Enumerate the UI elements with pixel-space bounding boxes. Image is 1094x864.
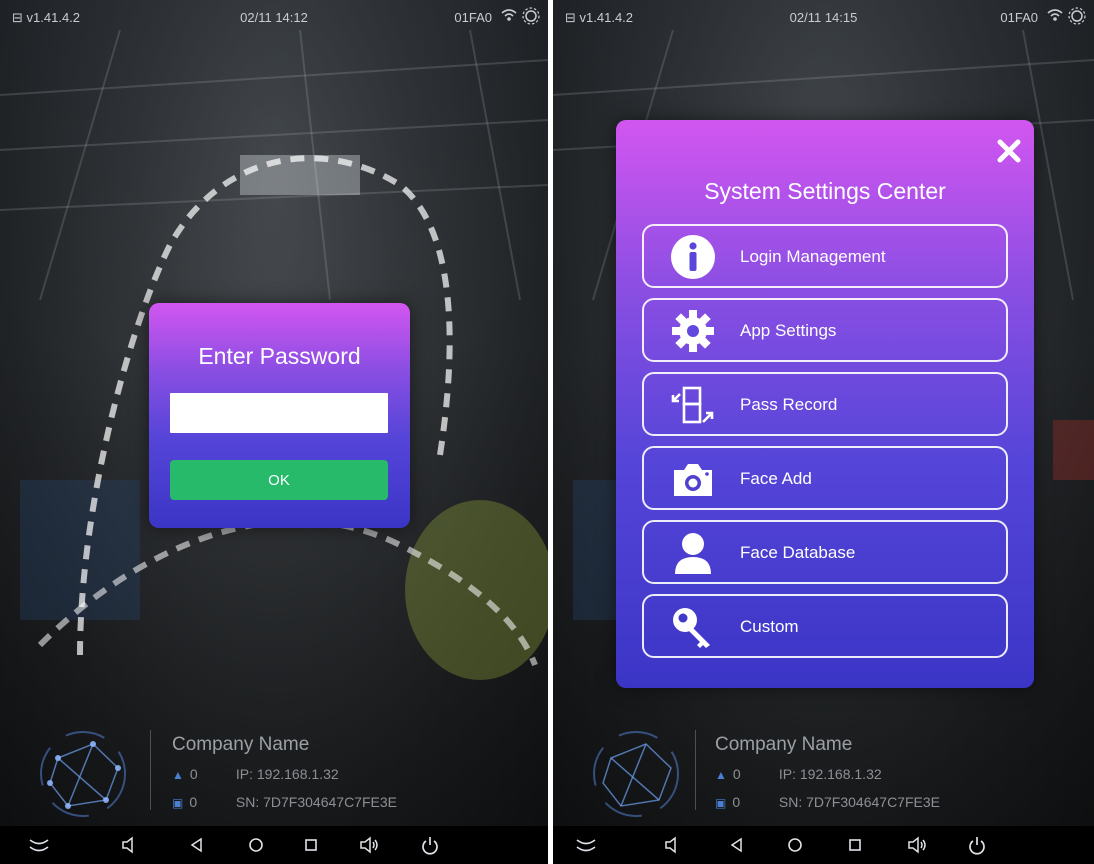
- volume-up-icon[interactable]: [906, 835, 928, 855]
- navigation-bar: [553, 826, 1094, 864]
- brand-logo: [593, 731, 679, 817]
- recents-icon[interactable]: [303, 835, 319, 855]
- ip-address: IP: 192.168.1.32: [778, 766, 882, 782]
- device-info-panel: Company Name ▲ 0 IP: 192.168.1.32 ▣ 0 SN: …: [0, 724, 548, 824]
- wifi-icon: [501, 9, 517, 21]
- status-bar: ⊟ v1.41.4.2 02/11 14:12 01FA0: [0, 0, 548, 30]
- device-code: 01FA0: [454, 10, 492, 25]
- info-row-ip: ▲ 0 IP: 192.168.1.32: [172, 766, 339, 782]
- menu-label: Pass Record: [740, 395, 838, 414]
- person-count: 0: [189, 766, 198, 782]
- collapse-icon[interactable]: [575, 835, 597, 855]
- home-icon[interactable]: [786, 835, 804, 855]
- right-screen: ⊟ v1.41.4.2 02/11 14:15 01FA0 System Set…: [553, 0, 1094, 864]
- close-icon[interactable]: [996, 138, 1022, 164]
- record-count: 0: [732, 794, 741, 810]
- gear-icon: [668, 306, 718, 356]
- status-bar: ⊟ v1.41.4.2 02/11 14:15 01FA0: [553, 0, 1094, 30]
- record-count: 0: [189, 794, 198, 810]
- company-name: Company Name: [715, 734, 853, 755]
- recents-icon[interactable]: [847, 835, 863, 855]
- camera-icon: [668, 454, 718, 504]
- device-code: 01FA0: [1000, 10, 1038, 25]
- settings-dialog-title: System Settings Center: [704, 178, 946, 204]
- home-icon[interactable]: [247, 835, 265, 855]
- collapse-icon[interactable]: [28, 835, 50, 855]
- pass-record-icon: [668, 380, 718, 430]
- menu-face-add[interactable]: Face Add: [642, 446, 1008, 510]
- person-count: 0: [732, 766, 741, 782]
- wifi-icon: [1047, 9, 1063, 21]
- menu-label: App Settings: [740, 321, 837, 340]
- key-icon: [668, 602, 718, 652]
- menu-label: Custom: [740, 617, 799, 636]
- info-divider: [695, 730, 696, 810]
- power-icon[interactable]: [967, 835, 987, 855]
- settings-gear-icon[interactable]: [1068, 7, 1086, 25]
- menu-face-database[interactable]: Face Database: [642, 520, 1008, 584]
- person-icon: [668, 528, 718, 578]
- menu-app-settings[interactable]: App Settings: [642, 298, 1008, 362]
- system-settings-dialog: System Settings Center Login Management …: [616, 120, 1034, 688]
- back-icon[interactable]: [188, 835, 204, 855]
- password-dialog-title: Enter Password: [198, 343, 361, 369]
- serial-number: SN: 7D7F304647C7FE3E: [778, 794, 940, 810]
- brand-logo: [40, 731, 126, 817]
- ok-button[interactable]: OK: [170, 460, 388, 500]
- record-icon: ▣: [172, 796, 184, 810]
- navigation-bar: [0, 826, 548, 864]
- password-dialog: Enter Password OK: [149, 303, 410, 528]
- settings-gear-icon[interactable]: [522, 7, 540, 25]
- info-divider: [150, 730, 151, 810]
- menu-label: Face Database: [740, 543, 856, 562]
- info-row-sn: ▣ 0 SN: 7D7F304647C7FE3E: [172, 794, 397, 810]
- record-icon: ▣: [715, 796, 727, 810]
- info-icon: [668, 232, 718, 282]
- menu-label: Login Management: [740, 247, 886, 266]
- info-row-ip: ▲ 0 IP: 192.168.1.32: [715, 766, 882, 782]
- device-info-panel: Company Name ▲ 0 IP: 192.168.1.32 ▣ 0 SN: …: [553, 724, 1094, 824]
- person-icon: ▲: [172, 768, 184, 782]
- volume-down-icon[interactable]: [120, 835, 138, 855]
- menu-login-management[interactable]: Login Management: [642, 224, 1008, 288]
- menu-custom[interactable]: Custom: [642, 594, 1008, 658]
- power-icon[interactable]: [420, 835, 440, 855]
- menu-label: Face Add: [740, 469, 812, 488]
- ip-address: IP: 192.168.1.32: [235, 766, 339, 782]
- info-row-sn: ▣ 0 SN: 7D7F304647C7FE3E: [715, 794, 940, 810]
- volume-down-icon[interactable]: [663, 835, 681, 855]
- left-screen: ⊟ v1.41.4.2 02/11 14:12 01FA0 Enter Pass…: [0, 0, 548, 864]
- person-icon: ▲: [715, 768, 727, 782]
- back-icon[interactable]: [728, 835, 744, 855]
- volume-up-icon[interactable]: [358, 835, 380, 855]
- company-name: Company Name: [172, 734, 310, 755]
- menu-pass-record[interactable]: Pass Record: [642, 372, 1008, 436]
- serial-number: SN: 7D7F304647C7FE3E: [235, 794, 397, 810]
- password-input[interactable]: [170, 393, 388, 433]
